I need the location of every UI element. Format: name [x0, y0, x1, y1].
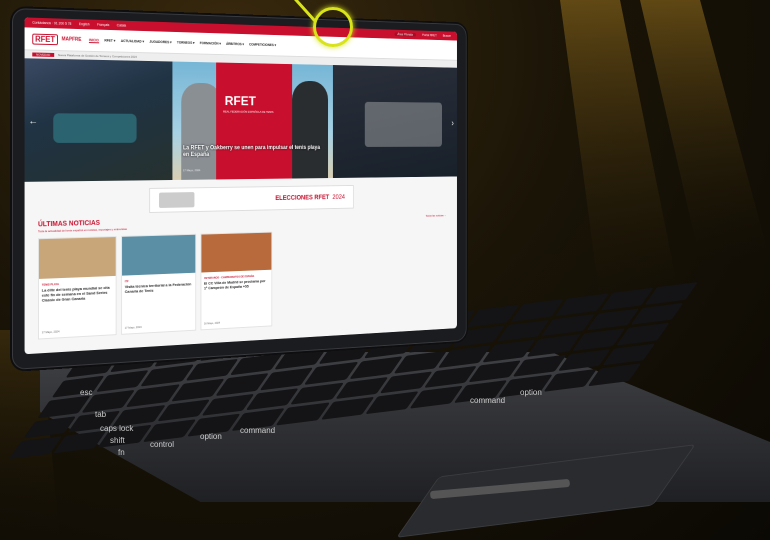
mapfre-logo-text: MAPFRE [61, 36, 82, 43]
ticker-tag: NOVEDAD [32, 52, 55, 57]
person-image [292, 80, 329, 179]
key-label-fn: fn [118, 448, 125, 457]
banner-brand: RFET [224, 92, 256, 109]
news-headline[interactable]: Visita técnica territorial a la Federaci… [125, 281, 193, 293]
news-date: 16 Mayo, 2024 [204, 320, 221, 326]
news-image [122, 234, 196, 276]
news-headline[interactable]: La élite del tenis playa mundial se cita… [42, 285, 113, 303]
laptop-lid: Contáctanos · 91 200 5 78 English França… [12, 8, 467, 370]
lang-francais[interactable]: Français [97, 23, 109, 27]
court-image [53, 113, 137, 143]
news-headline[interactable]: El CC Villa de Madrid se proclama por 1ª… [204, 278, 269, 290]
key-label-control: control [150, 440, 175, 449]
key-label-caps: caps lock [100, 424, 134, 433]
news-image [201, 232, 272, 273]
key-label-esc: esc [80, 388, 93, 397]
nav-competiciones[interactable]: COMPETICIONES ▾ [249, 42, 276, 47]
nav-jugadores[interactable]: JUGADORES ▾ [149, 39, 171, 44]
key-label-shift: shift [110, 436, 125, 445]
ballot-box-icon [159, 192, 195, 208]
rfet-banner: RFET REAL FEDERACIÓN ESPAÑOLA DE TENIS [216, 62, 293, 180]
lang-english[interactable]: English [79, 22, 90, 26]
arrow-left-icon[interactable]: ← [28, 116, 38, 127]
key-label-command-left: command [240, 426, 276, 435]
area-privada-link[interactable]: Área Privada [394, 32, 416, 37]
nav-inicio[interactable]: INICIO [88, 37, 99, 43]
nav-rfet[interactable]: RFET ▾ [104, 38, 115, 43]
key-label-command-right: command [470, 396, 506, 405]
nav-arbitros[interactable]: ÁRBITROS ▾ [226, 42, 244, 47]
main-nav: INICIO RFET ▾ ACTUALIDAD ▾ JUGADORES ▾ T… [88, 37, 276, 48]
nav-torneos[interactable]: TORNEOS ▾ [177, 40, 195, 45]
news-cards: TENIS PLAYA La élite del tenis playa mun… [38, 227, 446, 340]
elections-label: ELECCIONES RFET [275, 194, 330, 202]
all-news-link[interactable]: Todas las noticias → [426, 214, 447, 218]
highlight-ring [313, 7, 353, 47]
key-label-tab: tab [95, 410, 107, 419]
news-card[interactable]: TENIS PLAYA La élite del tenis playa mun… [38, 236, 117, 340]
hero-slide-left [24, 58, 173, 182]
site-logo[interactable]: RFET MAPFRE [32, 33, 81, 45]
nav-formacion[interactable]: FORMACIÓN ▾ [200, 41, 221, 46]
key-label-option-right: option [520, 388, 542, 397]
arrow-right-icon[interactable]: › [451, 119, 454, 129]
news-date: 17 Mayo, 2024 [124, 325, 142, 330]
news-card[interactable]: VETERANOS · CAMPEONATOS DE ESPAÑA El CC … [200, 231, 273, 331]
contact-info[interactable]: Contáctanos · 91 200 5 78 [32, 21, 71, 26]
news-date: 17 Mayo, 2024 [41, 329, 60, 335]
elections-year: 2024 [332, 193, 345, 201]
browser-screen: Contáctanos · 91 200 5 78 English França… [24, 17, 457, 355]
news-card[interactable]: ITF Visita técnica territorial a la Fede… [121, 233, 197, 335]
banner-subtitle: REAL FEDERACIÓN ESPAÑOLA DE TENIS [223, 109, 274, 114]
hero-slide-right [332, 65, 457, 179]
key-label-option: option [200, 432, 222, 441]
nav-actualidad[interactable]: ACTUALIDAD ▾ [121, 39, 144, 44]
rfet-logo-text: RFET [32, 33, 58, 45]
lang-catalan[interactable]: Català [117, 23, 126, 27]
ticker-text[interactable]: Nueva Plataforma de Gestión de Torneos y… [58, 53, 137, 59]
team-image [364, 101, 442, 147]
hero-caption[interactable]: La RFET y Oakberry se unen para impulsar… [183, 145, 326, 159]
hero-slide-center: RFET REAL FEDERACIÓN ESPAÑOLA DE TENIS [172, 61, 333, 181]
latest-news-section: ÚLTIMAS NOTICIAS Todas las noticias → To… [25, 206, 457, 340]
search-link[interactable]: Buscar [443, 34, 451, 38]
news-image [38, 237, 116, 279]
hero-date: 17 Mayo, 2024 [183, 168, 201, 173]
portal-rfet-link[interactable]: Portal RFET [422, 33, 437, 37]
hero-carousel[interactable]: RFET REAL FEDERACIÓN ESPAÑOLA DE TENIS L… [24, 58, 457, 182]
